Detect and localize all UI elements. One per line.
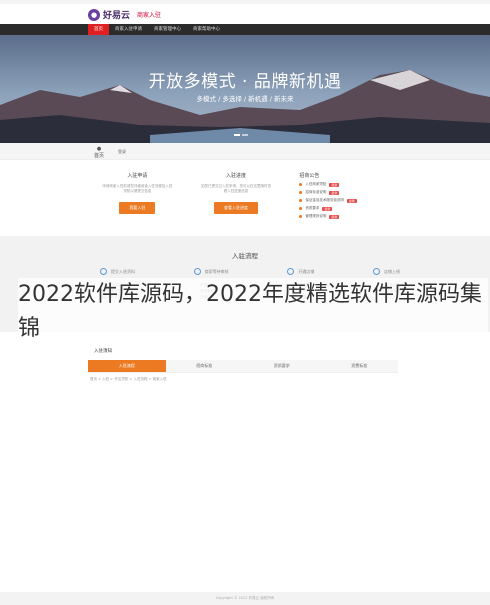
flow-title: 入驻流程 xyxy=(232,252,258,260)
logo[interactable]: ● 好易云 商家入驻 xyxy=(88,8,161,21)
nav-item-apply[interactable]: 商家入驻申请 xyxy=(109,24,148,35)
new-badge: 最新 xyxy=(329,190,340,195)
notice-item[interactable]: 保证金及技术服务费说明 最新 xyxy=(299,198,398,203)
card-desc: 申请商家入驻前请您详细阅读入驻流程及入驻须知以便提交信息 xyxy=(102,184,173,193)
apply-button[interactable]: 我要入驻 xyxy=(119,202,156,214)
hero-banner[interactable]: 开放多模式 · 品牌新机遇 多模式 / 多选择 / 新机遇 / 新未来 xyxy=(0,35,490,143)
view-progress-button[interactable]: 查看入驻进度 xyxy=(214,202,258,214)
nav-item-help[interactable]: 商家帮助中心 xyxy=(187,24,226,35)
notice-title: 招商公告 xyxy=(299,173,320,179)
nav-item-home[interactable]: 首页 xyxy=(88,24,109,35)
breadcrumb: 首页 > 入驻 > 开店须知 > 入驻流程 > 商家入驻 xyxy=(90,377,167,381)
subbar-icon-label: 首页 xyxy=(94,153,105,159)
tab-standards[interactable]: 招商标准 xyxy=(165,360,243,372)
detail-panel: 入驻须知 入驻流程 招商标准 资质要求 资费标准 首页 > 入驻 > 开店须知 … xyxy=(88,344,398,384)
tab-fees[interactable]: 资费标准 xyxy=(320,360,398,372)
notice-item[interactable]: 管理规则说明 最新 xyxy=(299,214,398,219)
flow-step: 开通店铺 xyxy=(287,268,314,275)
hero-title: 开放多模式 · 品牌新机遇 xyxy=(148,72,342,92)
main-nav: 首页 商家入驻申请 商家管理中心 商家帮助中心 xyxy=(0,24,490,35)
document-icon xyxy=(100,268,107,275)
clock-icon xyxy=(193,268,201,275)
tab-process[interactable]: 入驻流程 xyxy=(88,360,166,372)
nav-item-management[interactable]: 商家管理中心 xyxy=(148,24,187,35)
new-badge: 最新 xyxy=(346,198,357,203)
card-title: 入驻进度 xyxy=(226,173,247,179)
new-badge: 最新 xyxy=(329,182,340,187)
logo-subtitle: 商家入驻 xyxy=(137,12,162,19)
logo-text: 好易云 xyxy=(103,11,131,21)
entry-cards: 入驻申请 申请商家入驻前请您详细阅读入驻流程及入驻须知以便提交信息 我要入驻 入… xyxy=(88,165,398,225)
sub-bar: ● 首页 登录 xyxy=(0,143,490,160)
flow-step: 提交入驻资料 xyxy=(100,268,135,275)
new-badge: 最新 xyxy=(322,206,333,211)
tab-qualification[interactable]: 资质要求 xyxy=(243,360,321,372)
overlay-caption: 2022软件库源码，2022年度精选软件库源码集锦 xyxy=(18,278,488,346)
card-apply: 入驻申请 申请商家入驻前请您详细阅读入驻流程及入驻须知以便提交信息 我要入驻 xyxy=(88,165,187,225)
flow-step: 商家等待审核 xyxy=(193,268,229,275)
flow-step: 店铺上线 xyxy=(372,268,400,275)
footer: Copyright © 2022 好易云 版权所有 xyxy=(0,592,490,605)
card-desc: 如您已提交过入驻申请，您可以在这里随时查看入驻进度信息 xyxy=(201,184,271,193)
carousel-dot[interactable] xyxy=(242,134,248,136)
notice-item[interactable]: 入驻商家须知 最新 xyxy=(299,182,398,187)
detail-tabs: 入驻流程 招商标准 资质要求 资费标准 xyxy=(88,360,398,373)
user-icon[interactable]: ● 首页 xyxy=(94,146,104,159)
subbar-label[interactable]: 登录 xyxy=(118,149,126,155)
card-progress: 入驻进度 如您已提交过入驻申请，您可以在这里随时查看入驻进度信息 查看入驻进度 xyxy=(187,165,286,225)
shop-icon xyxy=(287,268,295,275)
card-title: 入驻申请 xyxy=(127,173,148,179)
hero-subtitle: 多模式 / 多选择 / 新机遇 / 新未来 xyxy=(196,95,294,103)
notice-item[interactable]: 招商标准说明 最新 xyxy=(299,190,398,195)
detail-title: 入驻须知 xyxy=(94,349,112,354)
eye-icon xyxy=(372,268,380,275)
grape-logo-icon: ● xyxy=(88,8,100,21)
carousel-dot[interactable] xyxy=(234,134,240,136)
header: ● 好易云 商家入驻 xyxy=(0,4,490,24)
new-badge: 最新 xyxy=(329,214,340,219)
carousel-dots xyxy=(234,134,248,136)
card-notices: 招商公告 入驻商家须知 最新 招商标准说明 最新 保证金及技术服务费说明 最新 资质要… xyxy=(285,165,398,225)
notice-item[interactable]: 资质要求 最新 xyxy=(299,206,398,211)
